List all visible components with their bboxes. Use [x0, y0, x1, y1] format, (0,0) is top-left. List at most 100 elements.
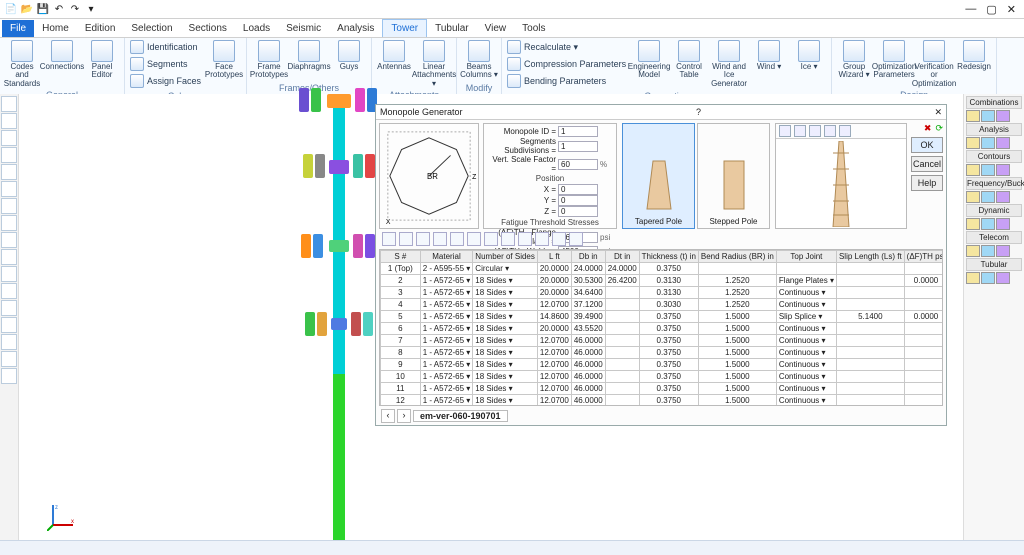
col-header[interactable]: Number of Sides	[473, 251, 538, 263]
dock-swatch[interactable]	[996, 218, 1010, 230]
dock-swatch[interactable]	[966, 110, 980, 122]
lt-2[interactable]	[1, 113, 17, 129]
table-cell[interactable]: 1 - A572-65 ▾	[420, 299, 473, 311]
table-cell[interactable]: 1 - A572-65 ▾	[420, 275, 473, 287]
monopole-id-field[interactable]: 1	[558, 126, 598, 137]
col-header[interactable]: Slip Length (Ls) ft	[836, 251, 904, 263]
table-cell[interactable]: 30.5300	[571, 275, 605, 287]
minimize-button[interactable]: —	[965, 3, 976, 16]
col-header[interactable]: (ΔF)TH psi	[904, 251, 943, 263]
dock-swatch[interactable]	[996, 272, 1010, 284]
dock-swatch[interactable]	[981, 191, 995, 203]
table-cell[interactable]: 18 Sides ▾	[473, 311, 538, 323]
dock-swatch[interactable]	[966, 272, 980, 284]
lt-7[interactable]	[1, 198, 17, 214]
dropdown-icon[interactable]: ▾	[822, 288, 826, 297]
segments[interactable]: Segments	[128, 56, 203, 73]
dropdown-icon[interactable]: ▾	[509, 396, 513, 405]
table-cell[interactable]: 1.2520	[698, 299, 776, 311]
table-cell[interactable]	[836, 287, 904, 299]
table-cell[interactable]: 1.5000	[698, 335, 776, 347]
table-cell[interactable]: 5.1400	[836, 311, 904, 323]
table-cell[interactable]	[904, 323, 943, 335]
table-cell[interactable]: 1 - A572-65 ▾	[420, 323, 473, 335]
lt-17[interactable]	[1, 368, 17, 384]
table-cell[interactable]	[904, 359, 943, 371]
codes-and-standards[interactable]: Codes and Standards	[3, 39, 41, 89]
table-cell[interactable]: 1.5000	[698, 323, 776, 335]
dock-swatch[interactable]	[981, 218, 995, 230]
identification[interactable]: Identification	[128, 39, 203, 56]
table-cell[interactable]	[904, 371, 943, 383]
table-cell[interactable]: Flange Plates ▾	[776, 275, 836, 287]
table-cell[interactable]	[904, 383, 943, 395]
scale-factor-field[interactable]: 60	[558, 159, 598, 170]
wind-and-ice-generator[interactable]: Wind and Ice Generator	[710, 39, 748, 90]
dropdown-icon[interactable]: ▾	[466, 288, 470, 297]
antennas[interactable]: Antennas	[375, 39, 413, 89]
tab-edition[interactable]: Edition	[77, 20, 124, 37]
table-cell[interactable]: 34.6400	[571, 287, 605, 299]
gt-5[interactable]	[450, 232, 464, 246]
table-cell[interactable]: 1.5000	[698, 347, 776, 359]
optimization-parameters[interactable]: Optimization Parameters	[875, 39, 913, 89]
gt-3[interactable]	[416, 232, 430, 246]
assign-faces[interactable]: Assign Faces	[128, 73, 203, 90]
table-cell[interactable]: Continuous ▾	[776, 395, 836, 407]
gt-12[interactable]	[569, 232, 583, 246]
table-cell[interactable]: 1.5000	[698, 359, 776, 371]
dropdown-icon[interactable]: ▾	[822, 396, 826, 405]
tab-analysis[interactable]: Analysis	[329, 20, 382, 37]
dropdown-icon[interactable]: ▾	[466, 348, 470, 357]
dropdown-icon[interactable]: ▾	[509, 348, 513, 357]
tab-tower[interactable]: Tower	[382, 19, 427, 37]
lt-9[interactable]	[1, 232, 17, 248]
lt-15[interactable]	[1, 334, 17, 350]
lt-4[interactable]	[1, 147, 17, 163]
table-cell[interactable]: Continuous ▾	[776, 359, 836, 371]
table-cell[interactable]	[605, 347, 639, 359]
gt-6[interactable]	[467, 232, 481, 246]
lt-16[interactable]	[1, 351, 17, 367]
dialog-close-icon[interactable]: ✕	[934, 107, 942, 118]
dropdown-icon[interactable]: ▾	[509, 336, 513, 345]
tab-tubular[interactable]: Tubular	[427, 20, 477, 37]
table-cell[interactable]: 0.3030	[639, 299, 698, 311]
pv-tool-2[interactable]	[794, 125, 806, 137]
table-cell[interactable]: 46.0000	[571, 347, 605, 359]
recalculate[interactable]: Recalculate ▾	[505, 39, 628, 56]
table-cell[interactable]: 18 Sides ▾	[473, 287, 538, 299]
table-cell[interactable]: 20.0000	[537, 263, 571, 275]
table-cell[interactable]: 1 - A572-65 ▾	[420, 335, 473, 347]
table-cell[interactable]: 3	[381, 287, 421, 299]
dropdown-icon[interactable]: ▾	[509, 288, 513, 297]
table-cell[interactable]	[904, 287, 943, 299]
table-cell[interactable]: 9	[381, 359, 421, 371]
table-cell[interactable]: 6	[381, 323, 421, 335]
table-cell[interactable]: 0.3750	[639, 335, 698, 347]
table-cell[interactable]: 26.4200	[605, 275, 639, 287]
gt-8[interactable]	[501, 232, 515, 246]
connections[interactable]: Connections	[43, 39, 81, 89]
dropdown-icon[interactable]: ▾	[822, 348, 826, 357]
table-cell[interactable]: Continuous ▾	[776, 371, 836, 383]
table-cell[interactable]: 0.3750	[639, 311, 698, 323]
pos-z-field[interactable]: 0	[558, 206, 598, 217]
table-cell[interactable]: 12.0700	[537, 335, 571, 347]
lt-13[interactable]	[1, 300, 17, 316]
table-cell[interactable]: 11	[381, 383, 421, 395]
table-cell[interactable]: 1 - A572-65 ▾	[420, 287, 473, 299]
dropdown-icon[interactable]: ▾	[466, 396, 470, 405]
table-cell[interactable]: 0.3750	[639, 371, 698, 383]
gt-2[interactable]	[399, 232, 413, 246]
dialog-refresh-icon[interactable]: ⟳	[935, 123, 943, 134]
doc-prev-icon[interactable]: ‹	[381, 409, 395, 423]
qat-new-icon[interactable]: 📄	[4, 2, 18, 16]
engineering-model[interactable]: Engineering Model	[630, 39, 668, 90]
table-cell[interactable]: 1 - A572-65 ▾	[420, 383, 473, 395]
dropdown-icon[interactable]: ▾	[818, 312, 822, 321]
lt-1[interactable]	[1, 96, 17, 112]
gt-4[interactable]	[433, 232, 447, 246]
table-cell[interactable]: 18 Sides ▾	[473, 275, 538, 287]
dropdown-icon[interactable]: ▾	[509, 324, 513, 333]
